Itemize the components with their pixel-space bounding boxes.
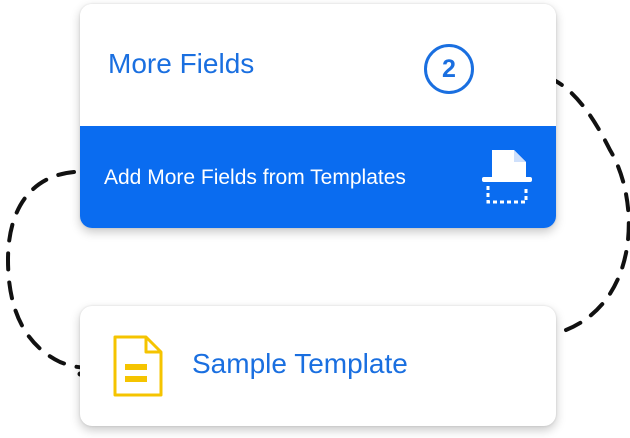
arrow-to-template	[5, 170, 92, 370]
more-fields-card: More Fields 2 Add More Fields from Templ…	[80, 4, 556, 228]
more-fields-title: More Fields	[108, 48, 255, 79]
document-icon	[113, 335, 163, 397]
step-badge: 2	[424, 44, 474, 94]
add-fields-button-label: Add More Fields from Templates	[104, 166, 406, 189]
more-fields-header: More Fields 2	[80, 4, 556, 126]
add-fields-from-templates-button[interactable]: Add More Fields from Templates	[80, 126, 556, 228]
scan-document-icon	[482, 150, 532, 204]
sample-template-card[interactable]: Sample Template	[80, 306, 556, 426]
sample-template-label: Sample Template	[192, 348, 408, 379]
